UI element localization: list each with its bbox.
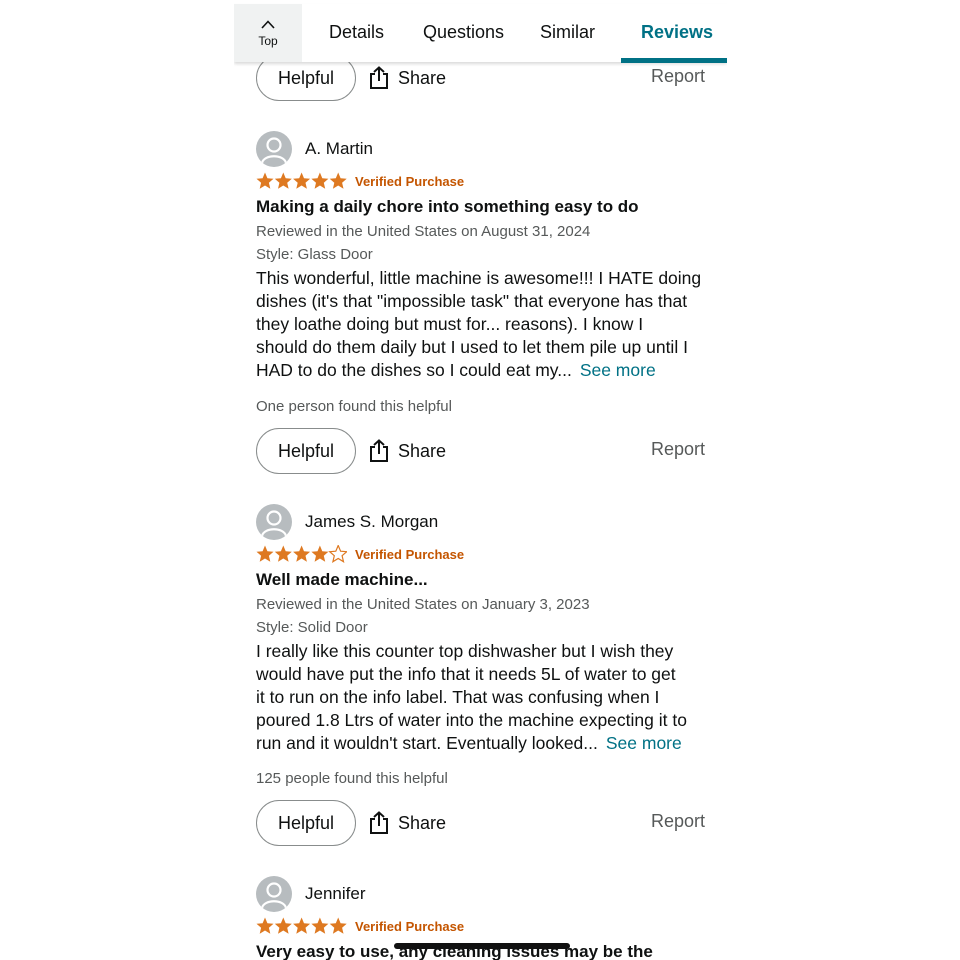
scroll-top-button[interactable]: Top (234, 4, 302, 62)
share-icon (370, 811, 388, 834)
review-body-line: they loathe doing but must for... reason… (256, 314, 644, 334)
rating-row: Verified Purchase (256, 917, 464, 935)
helpful-button[interactable]: Helpful (256, 428, 356, 474)
share-icon (370, 439, 388, 462)
report-link[interactable]: Report (651, 811, 705, 832)
star-rating-5 (256, 172, 347, 190)
tab-questions[interactable]: Questions (423, 4, 504, 62)
review-body-line: run and it wouldn't start. Eventually lo… (256, 733, 598, 753)
share-icon (370, 66, 388, 89)
tab-similar[interactable]: Similar (540, 4, 595, 62)
report-link[interactable]: Report (651, 66, 705, 87)
helpful-count: 125 people found this helpful (256, 770, 448, 787)
review-body-line: should do them daily but I used to let t… (256, 337, 688, 357)
share-button[interactable]: Share (368, 811, 446, 835)
verified-purchase-badge: Verified Purchase (355, 173, 465, 189)
tab-details[interactable]: Details (329, 4, 384, 62)
helpful-button[interactable]: Helpful (256, 800, 356, 846)
rating-row: Verified Purchase (256, 545, 464, 563)
product-page: Top Details Questions Similar Reviews He… (234, 0, 727, 960)
share-label: Share (398, 812, 447, 833)
review-body-line: I really like this counter top dishwashe… (256, 641, 674, 661)
helpful-count: One person found this helpful (256, 398, 452, 415)
avatar-icon (256, 504, 292, 540)
tab-reviews[interactable]: Reviews (641, 4, 713, 62)
review-style: Style: Solid Door (256, 619, 368, 636)
review-body: I really like this counter top dishwashe… (256, 640, 711, 755)
review-date: Reviewed in the United States on January… (256, 596, 590, 613)
redaction-mark (394, 943, 570, 949)
review-body-line: poured 1.8 Ltrs of water into the machin… (256, 710, 687, 730)
share-label: Share (398, 440, 447, 461)
avatar-icon (256, 876, 292, 912)
review-actions: Helpful Share Report (256, 428, 705, 476)
review-body: This wonderful, little machine is awesom… (256, 267, 711, 382)
star-rating-5 (256, 917, 347, 935)
review-title: Making a daily chore into something easy… (256, 197, 639, 216)
reviewer-name: A. Martin (305, 139, 374, 158)
reviewer-profile[interactable]: James S. Morgan (256, 504, 438, 540)
review-title: Well made machine... (256, 570, 428, 589)
share-button[interactable]: Share (368, 439, 446, 463)
verified-purchase-badge: Verified Purchase (355, 546, 465, 562)
reviewer-name: Jennifer (305, 884, 366, 903)
see-more-link[interactable]: See more (606, 733, 682, 753)
chevron-up-icon (261, 20, 275, 29)
rating-row: Verified Purchase (256, 172, 464, 190)
avatar-icon (256, 131, 292, 167)
star-rating-4 (256, 545, 347, 563)
review-date: Reviewed in the United States on August … (256, 223, 591, 240)
share-button[interactable]: Share (368, 66, 446, 90)
active-tab-indicator (621, 58, 727, 63)
share-label: Share (398, 67, 447, 88)
section-tab-bar: Top Details Questions Similar Reviews (234, 4, 727, 63)
review-body-line: it to run on the info label. That was co… (256, 687, 660, 707)
see-more-link[interactable]: See more (580, 360, 656, 380)
reviewer-name: James S. Morgan (305, 512, 439, 531)
reviewer-profile[interactable]: Jennifer (256, 876, 365, 912)
review-body-line: would have put the info that it needs 5L… (256, 664, 676, 684)
review-style: Style: Glass Door (256, 246, 373, 263)
scroll-top-label: Top (258, 34, 278, 48)
review-actions: Helpful Share Report (256, 800, 705, 848)
review-body-line: HAD to do the dishes so I could eat my..… (256, 360, 572, 380)
report-link[interactable]: Report (651, 439, 705, 460)
review-body-line: dishes (it's that "impossible task" that… (256, 291, 688, 311)
review-body-line: This wonderful, little machine is awesom… (256, 268, 702, 288)
verified-purchase-badge: Verified Purchase (355, 918, 465, 934)
reviewer-profile[interactable]: A. Martin (256, 131, 373, 167)
